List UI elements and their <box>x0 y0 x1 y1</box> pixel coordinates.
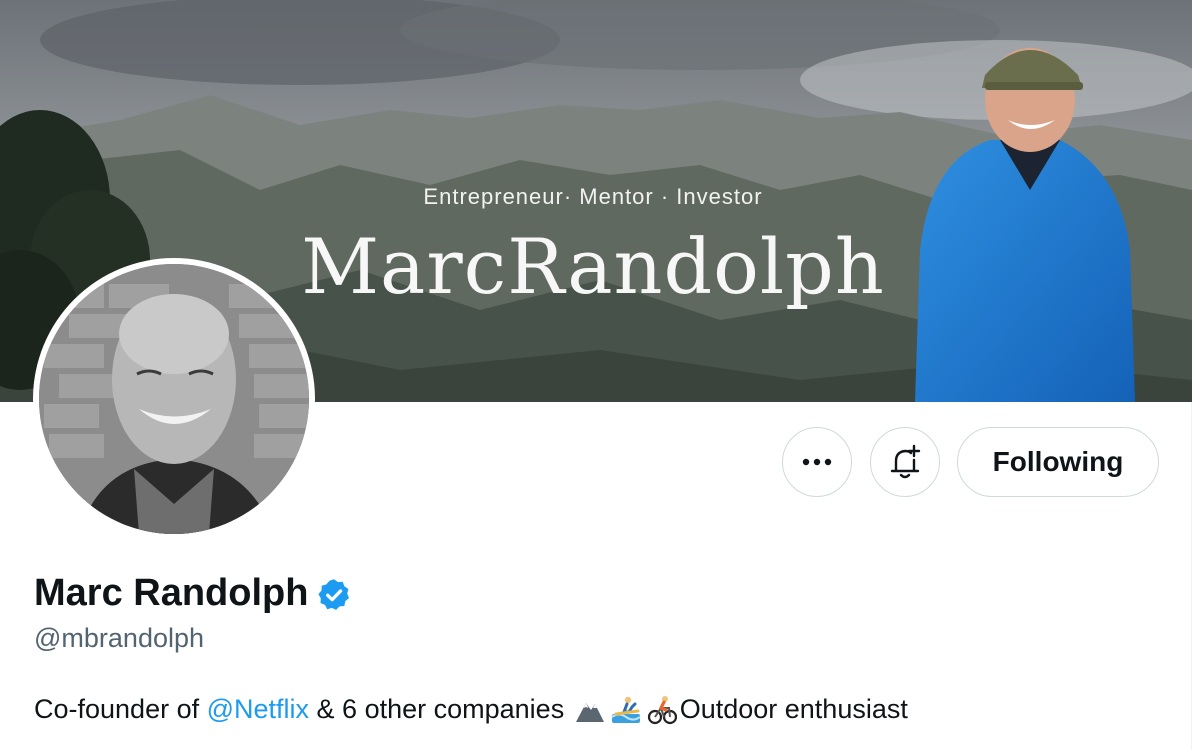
bio-middle: & 6 other companies <box>309 694 572 724</box>
verified-badge-icon[interactable] <box>316 577 352 613</box>
more-dots-icon <box>802 458 832 466</box>
netflix-mention-link[interactable]: @Netflix <box>207 694 309 725</box>
following-button[interactable]: Following <box>957 427 1159 497</box>
mountain-icon <box>575 702 604 722</box>
more-button[interactable] <box>782 427 852 497</box>
page-edge <box>1192 0 1200 750</box>
cyclist-icon <box>647 695 677 724</box>
bio-suffix: Outdoor enthusiast <box>679 694 908 724</box>
profile-handle: @mbrandolph <box>34 623 205 653</box>
name-row: Marc Randolph <box>34 572 352 615</box>
profile-bio: Co-founder of @Netflix & 6 other compani… <box>34 694 908 725</box>
avatar-photo <box>39 264 309 534</box>
bell-plus-icon <box>890 444 921 479</box>
surfer-icon <box>611 696 641 723</box>
notifications-button[interactable] <box>870 427 940 497</box>
avatar[interactable] <box>33 258 315 540</box>
column-divider <box>1191 402 1192 750</box>
banner-tagline: Entrepreneur· Mentor · Investor <box>423 184 763 209</box>
bio-prefix: Co-founder of <box>34 694 207 724</box>
display-name: Marc Randolph <box>34 572 309 614</box>
